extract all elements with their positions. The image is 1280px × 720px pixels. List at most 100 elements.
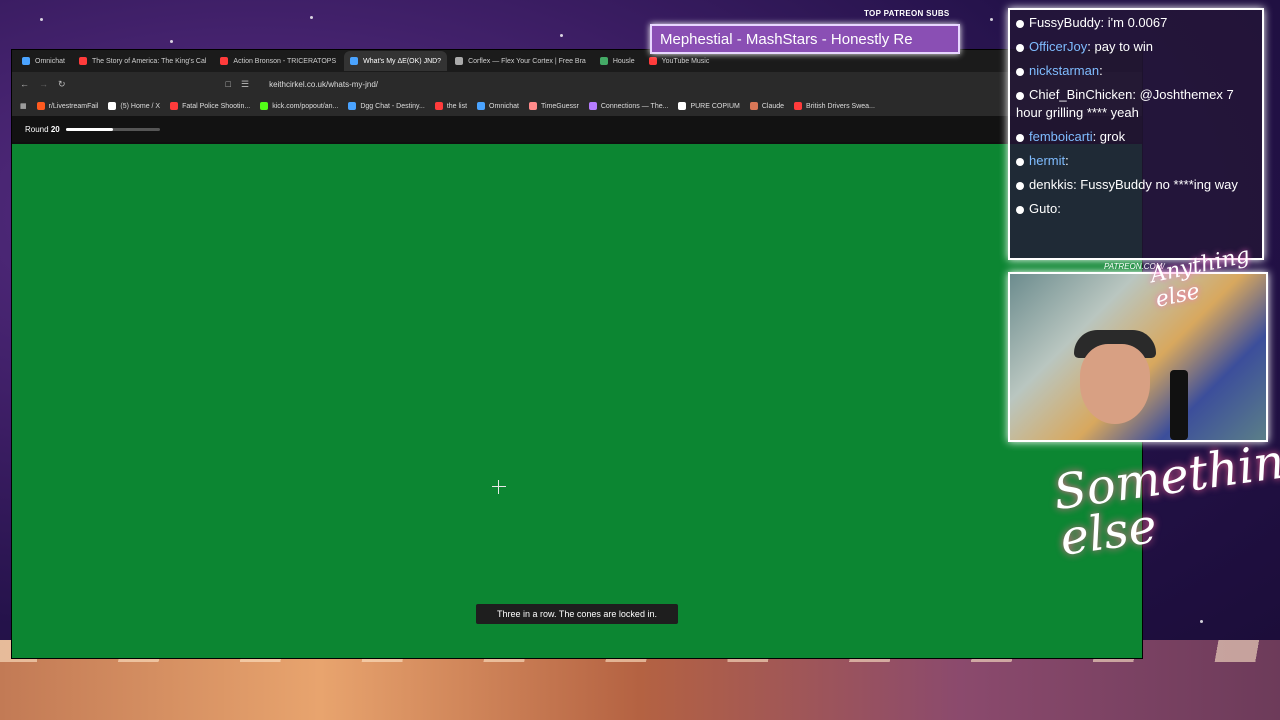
- tab-title: Omnichat: [35, 57, 65, 65]
- tab-title: The Story of America: The King's Cal: [91, 57, 207, 65]
- tab-title: YouTube Music: [661, 57, 710, 65]
- chat-badge-icon: [1016, 19, 1024, 28]
- forward-icon[interactable]: →: [39, 79, 48, 89]
- bookmark-item[interactable]: kick.com/popout/an...: [260, 102, 338, 110]
- bookmark-item[interactable]: Dgg Chat - Destiny...: [348, 102, 425, 110]
- back-icon[interactable]: ←: [20, 79, 29, 89]
- chat-message: nickstarman:: [1016, 62, 1256, 80]
- bookmark-icon[interactable]: □: [226, 79, 231, 89]
- chat-message: Chief_BinChicken: @Joshthemex 7 hour gri…: [1016, 86, 1256, 122]
- bookmark-label: British Drivers Swea...: [806, 102, 875, 110]
- color-test-area[interactable]: Three in a row. The cones are locked in.: [12, 144, 1142, 658]
- browser-tab[interactable]: Housle: [594, 51, 641, 71]
- bookmark-label: Claude: [761, 102, 785, 110]
- chat-badge-icon: [1016, 67, 1024, 76]
- bookmark-item[interactable]: Connections — The...: [588, 102, 669, 110]
- bookmark-favicon-icon: [529, 102, 538, 110]
- bookmark-favicon-icon: [260, 102, 269, 110]
- bookmark-favicon-icon: [108, 102, 117, 110]
- chat-username: Guto: [1029, 201, 1058, 216]
- bookmark-item[interactable]: British Drivers Swea...: [794, 102, 875, 110]
- chat-message: denkkis: FussyBuddy no ****ing way: [1016, 176, 1256, 194]
- bookmark-item[interactable]: r/LivestreamFail: [36, 102, 99, 110]
- tab-favicon-icon: [648, 57, 657, 65]
- bookmark-label: r/LivestreamFail: [48, 102, 99, 110]
- bookmark-label: Fatal Police Shootin...: [182, 102, 251, 110]
- chat-message: Guto:: [1016, 200, 1256, 218]
- bookmark-label: Connections — The...: [600, 102, 669, 110]
- chat-badge-icon: [1016, 91, 1024, 100]
- round-label: Round 20: [25, 124, 60, 134]
- chat-badge-icon: [1016, 205, 1024, 214]
- browser-tab[interactable]: Corflex — Flex Your Cortex | Free Bra: [449, 51, 592, 71]
- bookmark-label: (5) Home / X: [120, 102, 161, 110]
- browser-tab[interactable]: Omnichat: [16, 51, 71, 71]
- chat-username: OfficerJoy: [1029, 39, 1088, 54]
- tab-favicon-icon: [220, 57, 229, 65]
- chat-text: : FussyBuddy no ****ing way: [1073, 177, 1238, 192]
- round-header: Round 20: [12, 116, 1142, 142]
- address-bar: ← → ↻ □ ☰ keithcirkel.co.uk/whats-my-jnd…: [12, 72, 1142, 96]
- browser-window: Omnichat The Story of America: The King's…: [12, 50, 1142, 658]
- bookmark-item[interactable]: Omnichat: [477, 102, 519, 110]
- bookmark-label: kick.com/popout/an...: [272, 102, 339, 110]
- bookmark-item[interactable]: TimeGuessr: [529, 102, 579, 110]
- chat-message: OfficerJoy: pay to win: [1016, 38, 1256, 56]
- stream-chat: FussyBuddy: i'm 0.0067 OfficerJoy: pay to…: [1008, 8, 1264, 260]
- bookmark-favicon-icon: [477, 102, 486, 110]
- site-info-icon[interactable]: ☰: [241, 79, 249, 90]
- browser-tab[interactable]: YouTube Music: [643, 51, 716, 71]
- chat-text: : pay to win: [1087, 39, 1154, 54]
- chat-badge-icon: [1016, 133, 1024, 142]
- crosshair-cursor-icon: [492, 480, 506, 494]
- chat-message: FussyBuddy: i'm 0.0067: [1016, 14, 1256, 32]
- bookmark-favicon-icon: [36, 102, 45, 110]
- chat-text: : i'm 0.0067: [1100, 15, 1168, 30]
- browser-tab[interactable]: Action Bronson - TRICERATOPS: [214, 51, 342, 71]
- browser-tab[interactable]: The Story of America: The King's Cal: [73, 51, 212, 71]
- bookmarks-bar: ▦ r/LivestreamFail (5) Home / X Fatal Poli…: [12, 96, 1142, 117]
- bookmark-favicon-icon: [170, 102, 179, 110]
- bookmark-label: PURE COPIUM: [690, 102, 740, 110]
- tab-title: Corflex — Flex Your Cortex | Free Bra: [468, 57, 586, 65]
- chat-text: :: [1065, 153, 1069, 168]
- patreon-ticker: Mephestial - MashStars - Honestly Re: [650, 24, 960, 54]
- chat-text: :: [1099, 63, 1103, 78]
- tab-title: Action Bronson - TRICERATOPS: [233, 57, 337, 65]
- chat-text: :: [1057, 201, 1061, 216]
- bookmark-favicon-icon: [678, 102, 687, 110]
- chat-message: hermit:: [1016, 152, 1256, 170]
- bookmark-favicon-icon: [348, 102, 357, 110]
- round-progress-bar: [65, 127, 160, 131]
- tab-bar: Omnichat The Story of America: The King's…: [12, 50, 1142, 72]
- tab-favicon-icon: [78, 57, 87, 65]
- chat-badge-icon: [1016, 157, 1024, 166]
- bookmark-item[interactable]: the list: [434, 102, 468, 110]
- chat-badge-icon: [1016, 43, 1024, 52]
- page-content: Round 20 Three in a row. The cones are l…: [12, 116, 1142, 658]
- browser-tab[interactable]: What's My ΔE(OK) JND?: [344, 51, 448, 71]
- chat-text: : grok: [1092, 129, 1126, 144]
- reload-icon[interactable]: ↻: [58, 79, 66, 90]
- url-field[interactable]: keithcirkel.co.uk/whats-my-jnd/: [269, 80, 378, 89]
- chat-username: denkkis: [1029, 177, 1074, 192]
- bookmark-favicon-icon: [794, 102, 803, 110]
- bookmark-favicon-icon: [434, 102, 443, 110]
- bookmark-item[interactable]: Claude: [749, 102, 785, 110]
- bookmark-item[interactable]: Fatal Police Shootin...: [170, 102, 250, 110]
- patreon-subs-label: TOP PATREON SUBS: [864, 9, 950, 18]
- chat-badge-icon: [1016, 181, 1024, 190]
- tab-favicon-icon: [22, 57, 30, 65]
- bookmark-label: the list: [446, 102, 468, 110]
- apps-icon[interactable]: ▦: [20, 102, 27, 110]
- chat-username: nickstarman: [1029, 63, 1100, 78]
- chat-username: FussyBuddy: [1029, 15, 1101, 30]
- tab-title: What's My ΔE(OK) JND?: [363, 57, 442, 65]
- bookmark-label: TimeGuessr: [541, 102, 579, 110]
- chat-message: femboicarti: grok: [1016, 128, 1256, 146]
- bookmark-item[interactable]: PURE COPIUM: [678, 102, 740, 110]
- bookmark-item[interactable]: (5) Home / X: [108, 102, 160, 110]
- chat-username: Chief_BinChicken: [1029, 87, 1133, 102]
- bookmark-label: Dgg Chat - Destiny...: [360, 102, 425, 110]
- tab-title: Housle: [612, 57, 635, 65]
